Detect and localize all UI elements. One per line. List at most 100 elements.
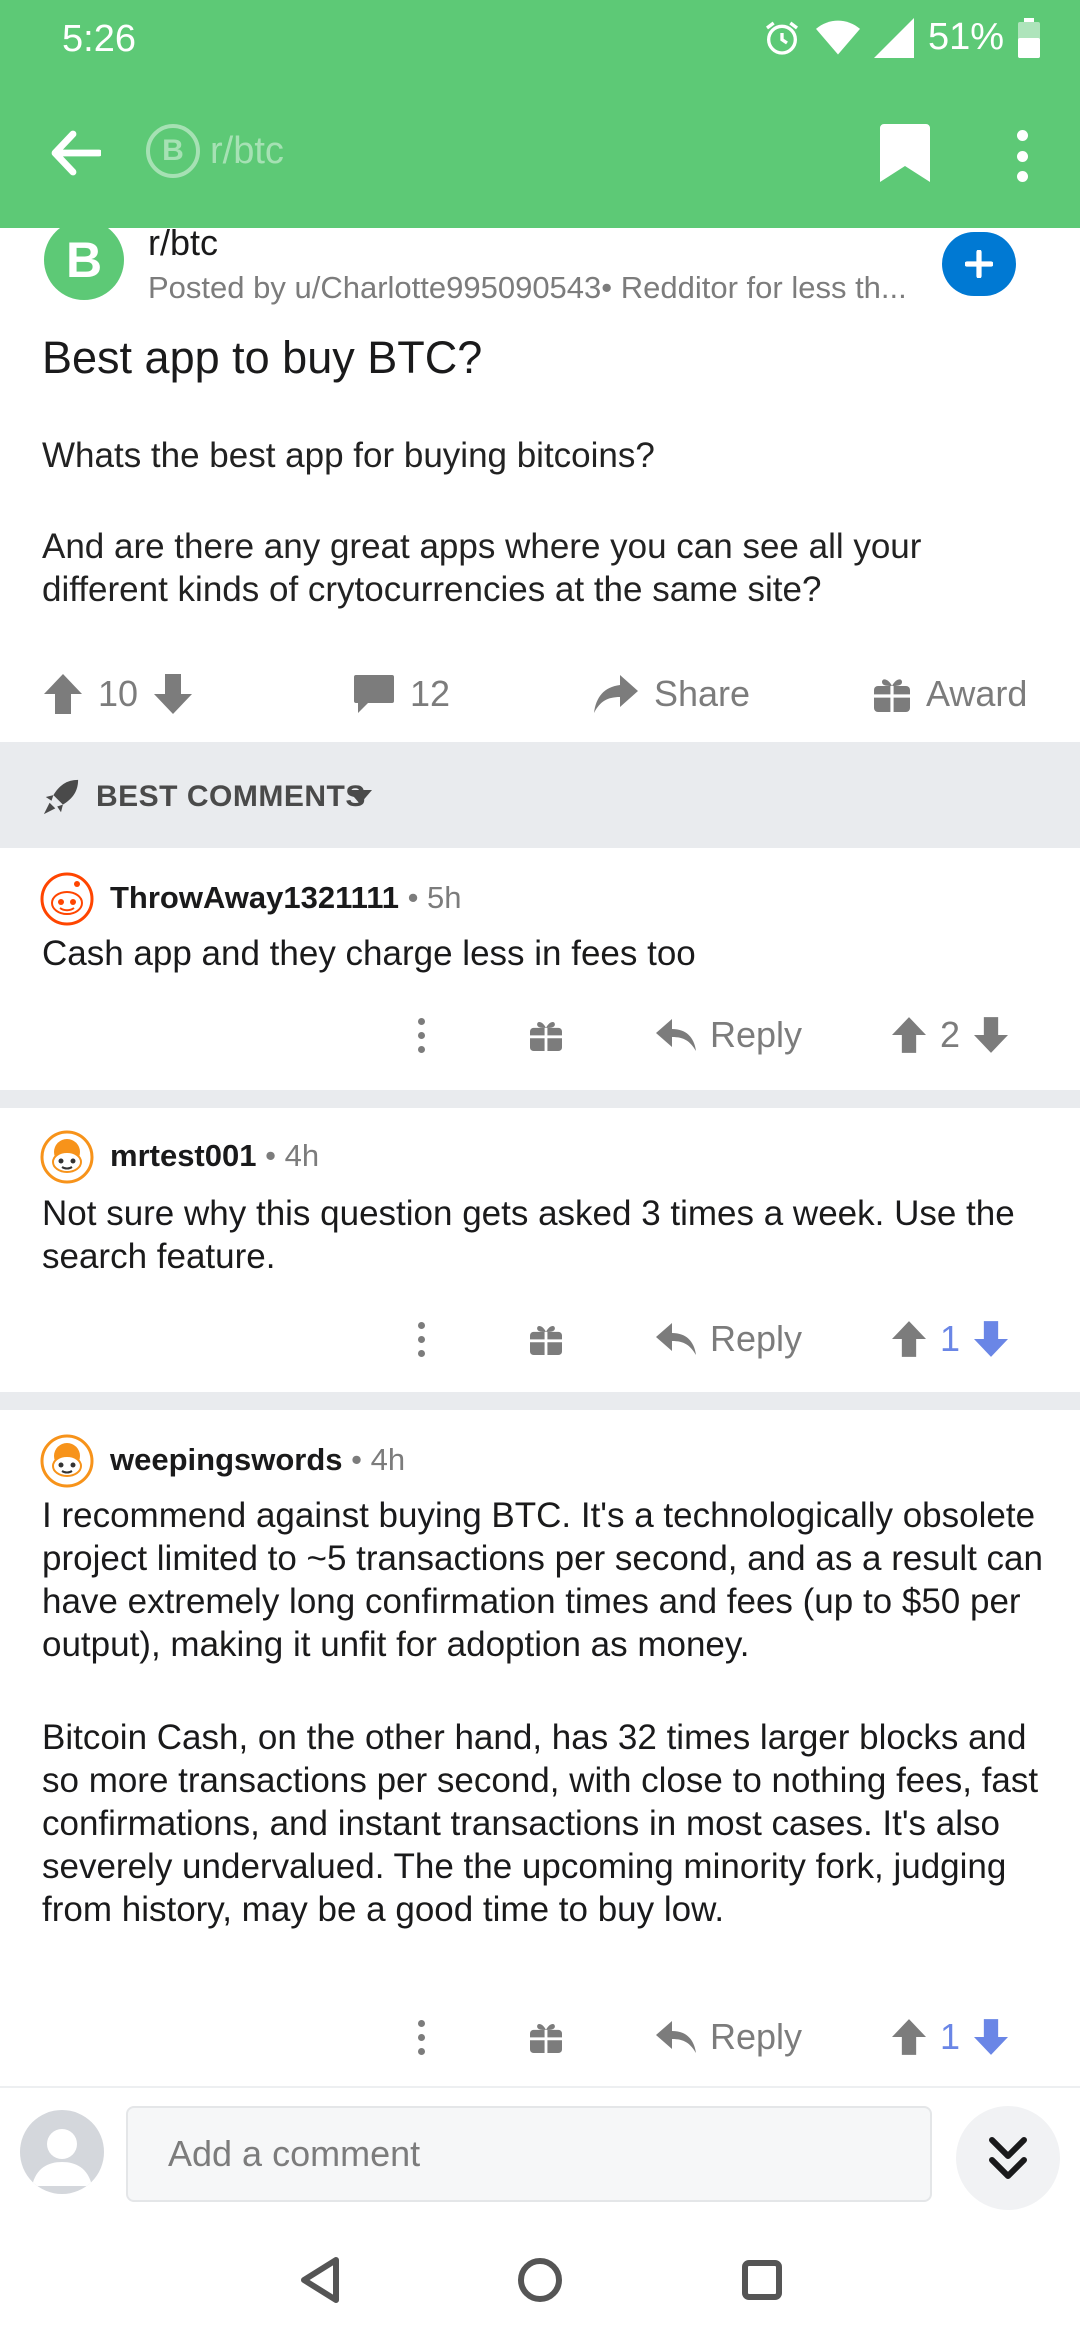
downvote-icon[interactable] xyxy=(974,2019,1009,2055)
gift-icon xyxy=(530,1325,562,1355)
comment-more-button[interactable] xyxy=(418,2002,425,2072)
comment-paragraph: I recommend against buying BTC. It's a t… xyxy=(42,1496,1043,1664)
gift-icon xyxy=(530,2023,562,2053)
add-comment-input[interactable] xyxy=(126,2106,932,2202)
sort-label: BEST COMMENTS xyxy=(96,780,366,813)
nav-back-button[interactable] xyxy=(280,2240,360,2320)
more-vertical-icon xyxy=(418,1321,425,1357)
downvote-icon[interactable] xyxy=(974,1017,1009,1053)
comment-vote-count: 1 xyxy=(940,2016,961,2057)
back-button[interactable] xyxy=(40,118,110,188)
more-options-button[interactable] xyxy=(1000,124,1044,188)
comment-award-button[interactable] xyxy=(530,2002,562,2072)
triangle-back-icon xyxy=(301,2257,339,2303)
comment-age: • 5h xyxy=(407,880,462,915)
reply-label: Reply xyxy=(710,1318,803,1359)
comment-paragraph: Cash app and they charge less in fees to… xyxy=(42,934,696,973)
comment-action-bar: Reply 1 xyxy=(0,2002,1080,2072)
join-subreddit-button[interactable] xyxy=(942,232,1016,296)
arrow-left-icon xyxy=(51,130,101,176)
comment-action-bar: Reply 1 xyxy=(0,1304,1080,1374)
square-recents-icon xyxy=(742,2260,782,2300)
reply-icon xyxy=(656,2021,696,2053)
post-comment-count: 12 xyxy=(410,673,451,714)
nav-recents-button[interactable] xyxy=(722,2240,802,2320)
downvote-icon[interactable] xyxy=(974,1321,1009,1357)
snoo-avatar-icon[interactable] xyxy=(40,1130,94,1184)
bookmark-button[interactable] xyxy=(880,124,940,188)
status-icons: 51% xyxy=(762,16,1040,59)
downvote-icon[interactable] xyxy=(154,674,193,714)
post-paragraph: Whats the best app for buying bitcoins? xyxy=(42,436,655,475)
comment-sort-button[interactable]: BEST COMMENTS xyxy=(0,742,1080,848)
comment: ThrowAway1321111 • 5h Cash app and they … xyxy=(0,848,1080,1090)
comment-meta: weepingswords • 4h xyxy=(110,1442,405,1478)
comment-more-button[interactable] xyxy=(418,1304,425,1374)
upvote-icon[interactable] xyxy=(892,2019,926,2055)
comment-meta: mrtest001 • 4h xyxy=(110,1138,319,1174)
collapse-comments-button[interactable] xyxy=(956,2106,1060,2210)
comment-icon xyxy=(354,675,394,713)
award-label: Award xyxy=(926,673,1028,714)
alarm-icon xyxy=(765,21,798,55)
nav-home-button[interactable] xyxy=(500,2240,580,2320)
circle-home-icon xyxy=(518,2258,562,2302)
comment-author[interactable]: ThrowAway1321111 xyxy=(110,880,399,915)
comment-age: • 4h xyxy=(351,1442,406,1477)
comment-reply-button[interactable]: Reply xyxy=(656,1000,802,1070)
user-avatar-icon[interactable] xyxy=(20,2110,104,2194)
post-body: Whats the best app for buying bitcoins? … xyxy=(42,434,1042,611)
comment-award-button[interactable] xyxy=(530,1000,562,1070)
subreddit-avatar[interactable]: B xyxy=(44,228,124,300)
upvote-icon[interactable] xyxy=(892,1017,926,1053)
comment: weepingswords • 4h I recommend against b… xyxy=(0,1410,1080,2086)
upvote-icon[interactable] xyxy=(892,1321,926,1357)
reply-label: Reply xyxy=(710,1014,803,1055)
comment-reply-button[interactable]: Reply xyxy=(656,2002,802,2072)
system-nav-bar xyxy=(0,2216,1080,2340)
comment-composer xyxy=(0,2086,1080,2216)
post-title: Best app to buy BTC? xyxy=(42,332,483,383)
comment-vote-count: 1 xyxy=(940,1318,961,1359)
share-icon xyxy=(594,675,638,713)
comment-vote-group: 1 xyxy=(892,1304,1009,1374)
comment-divider xyxy=(0,1392,1080,1410)
post-card: B r/btc Posted by u/Charlotte995090543• … xyxy=(0,228,1080,742)
post-action-bar: 10 12 Share Award xyxy=(0,654,1080,734)
app-bar-title: r/btc xyxy=(210,129,284,172)
comment-reply-button[interactable]: Reply xyxy=(656,1304,802,1374)
comment-divider xyxy=(0,1090,1080,1108)
upvote-icon[interactable] xyxy=(44,674,82,714)
comment-author[interactable]: weepingswords xyxy=(110,1442,343,1477)
snoo-avatar-icon[interactable] xyxy=(40,872,94,926)
post-share-button[interactable]: Share xyxy=(594,654,750,734)
snoo-avatar-icon[interactable] xyxy=(40,1434,94,1488)
rocket-icon xyxy=(43,779,79,815)
post-subreddit[interactable]: r/btc xyxy=(148,228,218,264)
comment-more-button[interactable] xyxy=(418,1000,425,1070)
gift-icon xyxy=(874,679,910,712)
post-comments-button[interactable]: 12 xyxy=(354,654,450,734)
comment-paragraph: Not sure why this question gets asked 3 … xyxy=(42,1194,1015,1276)
comment-age: • 4h xyxy=(265,1138,320,1173)
comment-meta: ThrowAway1321111 • 5h xyxy=(110,880,462,916)
plus-icon xyxy=(965,250,993,278)
comment-vote-group: 1 xyxy=(892,2002,1009,2072)
comment-body: I recommend against buying BTC. It's a t… xyxy=(42,1494,1062,1931)
comment-award-button[interactable] xyxy=(530,1304,562,1374)
bookmark-icon xyxy=(880,124,930,182)
post-vote-group: 10 xyxy=(44,654,193,734)
comment-action-bar: Reply 2 xyxy=(0,1000,1080,1070)
post-author-line[interactable]: Posted by u/Charlotte995090543• Redditor… xyxy=(148,270,938,306)
post-award-button[interactable]: Award xyxy=(874,654,1027,734)
comment-paragraph: Bitcoin Cash, on the other hand, has 32 … xyxy=(42,1718,1039,1929)
wifi-icon xyxy=(815,20,860,54)
more-vertical-icon xyxy=(1016,130,1028,141)
comment-author[interactable]: mrtest001 xyxy=(110,1138,256,1173)
comment-body: Cash app and they charge less in fees to… xyxy=(42,932,1062,975)
post-paragraph: And are there any great apps where you c… xyxy=(42,527,922,609)
chevron-down-icon xyxy=(348,790,372,804)
more-vertical-icon xyxy=(418,2019,425,2055)
subreddit-logo-icon: B xyxy=(146,124,200,178)
signal-icon xyxy=(873,17,914,58)
